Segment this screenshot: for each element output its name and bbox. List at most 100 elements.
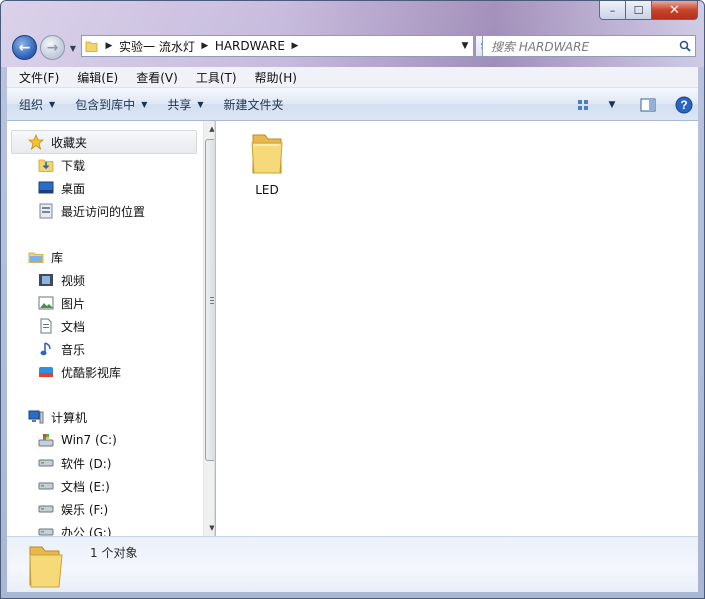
nav-item-label: 视频 bbox=[61, 273, 86, 288]
nav-item-desktop[interactable]: 桌面 bbox=[37, 177, 85, 199]
nav-drive-f[interactable]: 娱乐 (F:) bbox=[37, 498, 108, 520]
chevron-down-icon: ▼ bbox=[608, 99, 616, 110]
nav-item-label: Win7 (C:) bbox=[61, 433, 117, 447]
back-arrow-icon: ← bbox=[18, 39, 31, 56]
include-in-library-button[interactable]: 包含到库中 ▼ bbox=[67, 96, 155, 113]
menu-help[interactable]: 帮助(H) bbox=[249, 69, 303, 86]
libraries-icon bbox=[27, 249, 45, 265]
video-icon bbox=[37, 272, 55, 288]
grip-icon bbox=[210, 297, 214, 304]
folder-icon bbox=[27, 543, 69, 594]
nav-item-label: 桌面 bbox=[61, 181, 86, 196]
menu-view[interactable]: 查看(V) bbox=[130, 69, 184, 86]
navigation-pane: 收藏夹 下载 桌面 最近访问的位置 库 视频 图片 文档 音乐 优酷影视库 计算… bbox=[7, 121, 215, 536]
search-icon[interactable] bbox=[675, 40, 695, 52]
recent-pages-dropdown[interactable]: ▼ bbox=[67, 42, 79, 54]
documents-icon bbox=[37, 318, 55, 334]
nav-item-label: 下载 bbox=[61, 158, 86, 173]
scrollbar-thumb[interactable] bbox=[205, 139, 214, 461]
nav-item-label: 最近访问的位置 bbox=[61, 204, 146, 219]
youku-library-icon bbox=[37, 364, 55, 380]
forward-button[interactable]: → bbox=[40, 35, 65, 60]
windows-drive-icon bbox=[37, 432, 55, 448]
nav-item-label: 娱乐 (F:) bbox=[61, 502, 109, 517]
help-button[interactable]: ? bbox=[670, 93, 698, 117]
nav-item-label: 文档 bbox=[61, 319, 86, 334]
breadcrumb-item[interactable]: 实验一 流水灯 bbox=[116, 38, 198, 55]
maximize-button[interactable]: ☐ bbox=[626, 1, 652, 20]
folder-icon bbox=[247, 129, 287, 180]
nav-item-documents[interactable]: 文档 bbox=[37, 315, 85, 337]
nav-item-youku-library[interactable]: 优酷影视库 bbox=[37, 361, 121, 383]
explorer-window: – ☐ ✕ ← → ▼ ▶ 实验一 流水灯 ▶ HARDWARE ▶ ▼ ⇆ 搜… bbox=[0, 0, 705, 599]
nav-drive-c[interactable]: Win7 (C:) bbox=[37, 429, 117, 451]
scroll-down-icon[interactable]: ▼ bbox=[204, 520, 214, 536]
close-button[interactable]: ✕ bbox=[652, 1, 698, 20]
search-input[interactable]: 搜索 HARDWARE bbox=[483, 38, 675, 55]
menu-bar: 文件(F) 编辑(E) 查看(V) 工具(T) 帮助(H) bbox=[7, 67, 698, 88]
share-button[interactable]: 共享 ▼ bbox=[159, 96, 211, 113]
nav-computer-label: 计算机 bbox=[51, 410, 88, 425]
breadcrumb-separator-icon[interactable]: ▶ bbox=[198, 41, 212, 51]
view-options-button[interactable] bbox=[570, 93, 598, 117]
forward-arrow-icon: → bbox=[46, 39, 59, 56]
new-folder-button[interactable]: 新建文件夹 bbox=[216, 96, 292, 113]
nav-favorites[interactable]: 收藏夹 bbox=[27, 131, 87, 153]
file-name: LED bbox=[255, 183, 279, 197]
nav-drive-e[interactable]: 文档 (E:) bbox=[37, 475, 110, 497]
organize-label: 组织 bbox=[19, 97, 44, 112]
desktop-icon bbox=[37, 180, 55, 196]
nav-item-label: 软件 (D:) bbox=[61, 456, 112, 471]
nav-scrollbar[interactable]: ▲ ▼ bbox=[203, 121, 214, 536]
nav-computer[interactable]: 计算机 bbox=[27, 406, 87, 428]
nav-drive-g[interactable]: 办公 (G:) bbox=[37, 521, 112, 536]
nav-item-videos[interactable]: 视频 bbox=[37, 269, 85, 291]
view-controls: ▼ ? bbox=[570, 88, 698, 121]
nav-libraries[interactable]: 库 bbox=[27, 246, 63, 268]
breadcrumb-item[interactable]: HARDWARE bbox=[212, 39, 288, 53]
address-bar[interactable]: ▶ 实验一 流水灯 ▶ HARDWARE ▶ ▼ ⇆ bbox=[81, 35, 497, 57]
menu-tools[interactable]: 工具(T) bbox=[190, 69, 243, 86]
nav-drive-d[interactable]: 软件 (D:) bbox=[37, 452, 111, 474]
file-list: LED bbox=[216, 121, 698, 536]
nav-item-pictures[interactable]: 图片 bbox=[37, 292, 85, 314]
pictures-icon bbox=[37, 295, 55, 311]
back-button[interactable]: ← bbox=[12, 35, 37, 60]
search-box[interactable]: 搜索 HARDWARE bbox=[482, 35, 696, 57]
folder-icon bbox=[82, 36, 102, 56]
scroll-up-icon[interactable]: ▲ bbox=[204, 121, 214, 137]
hard-drive-icon bbox=[37, 524, 55, 536]
nav-item-label: 办公 (G:) bbox=[61, 525, 112, 537]
nav-item-label: 图片 bbox=[61, 296, 86, 311]
chevron-down-icon: ▼ bbox=[69, 43, 77, 53]
music-note-icon bbox=[37, 341, 55, 357]
computer-icon bbox=[27, 409, 45, 425]
preview-pane-button[interactable] bbox=[634, 93, 662, 117]
nav-item-downloads[interactable]: 下载 bbox=[37, 154, 85, 176]
menu-edit[interactable]: 编辑(E) bbox=[71, 69, 124, 86]
hard-drive-icon bbox=[37, 501, 55, 517]
file-item-led[interactable]: LED bbox=[240, 129, 294, 197]
hard-drive-icon bbox=[37, 455, 55, 471]
breadcrumb-separator-icon[interactable]: ▶ bbox=[288, 41, 302, 51]
minimize-button[interactable]: – bbox=[599, 1, 626, 20]
new-folder-label: 新建文件夹 bbox=[223, 97, 284, 112]
view-dropdown-button[interactable]: ▼ bbox=[598, 93, 626, 117]
preview-pane-icon bbox=[640, 98, 656, 111]
nav-item-label: 音乐 bbox=[61, 342, 86, 357]
breadcrumb-separator-icon[interactable]: ▶ bbox=[102, 41, 116, 51]
address-dropdown-icon[interactable]: ▼ bbox=[457, 41, 473, 51]
chevron-down-icon: ▼ bbox=[141, 99, 148, 109]
menu-file[interactable]: 文件(F) bbox=[13, 69, 65, 86]
help-icon: ? bbox=[675, 96, 693, 113]
nav-item-music[interactable]: 音乐 bbox=[37, 338, 85, 360]
nav-libraries-label: 库 bbox=[51, 250, 64, 265]
view-grid-icon bbox=[578, 99, 588, 110]
chevron-down-icon: ▼ bbox=[49, 99, 56, 109]
svg-text:?: ? bbox=[680, 98, 687, 112]
command-bar: 组织 ▼ 包含到库中 ▼ 共享 ▼ 新建文件夹 ▼ ? bbox=[7, 88, 698, 121]
item-count: 1 个对象 bbox=[90, 546, 138, 560]
organize-button[interactable]: 组织 ▼ bbox=[11, 96, 63, 113]
nav-item-recent-places[interactable]: 最近访问的位置 bbox=[37, 200, 145, 222]
star-icon bbox=[27, 134, 45, 150]
